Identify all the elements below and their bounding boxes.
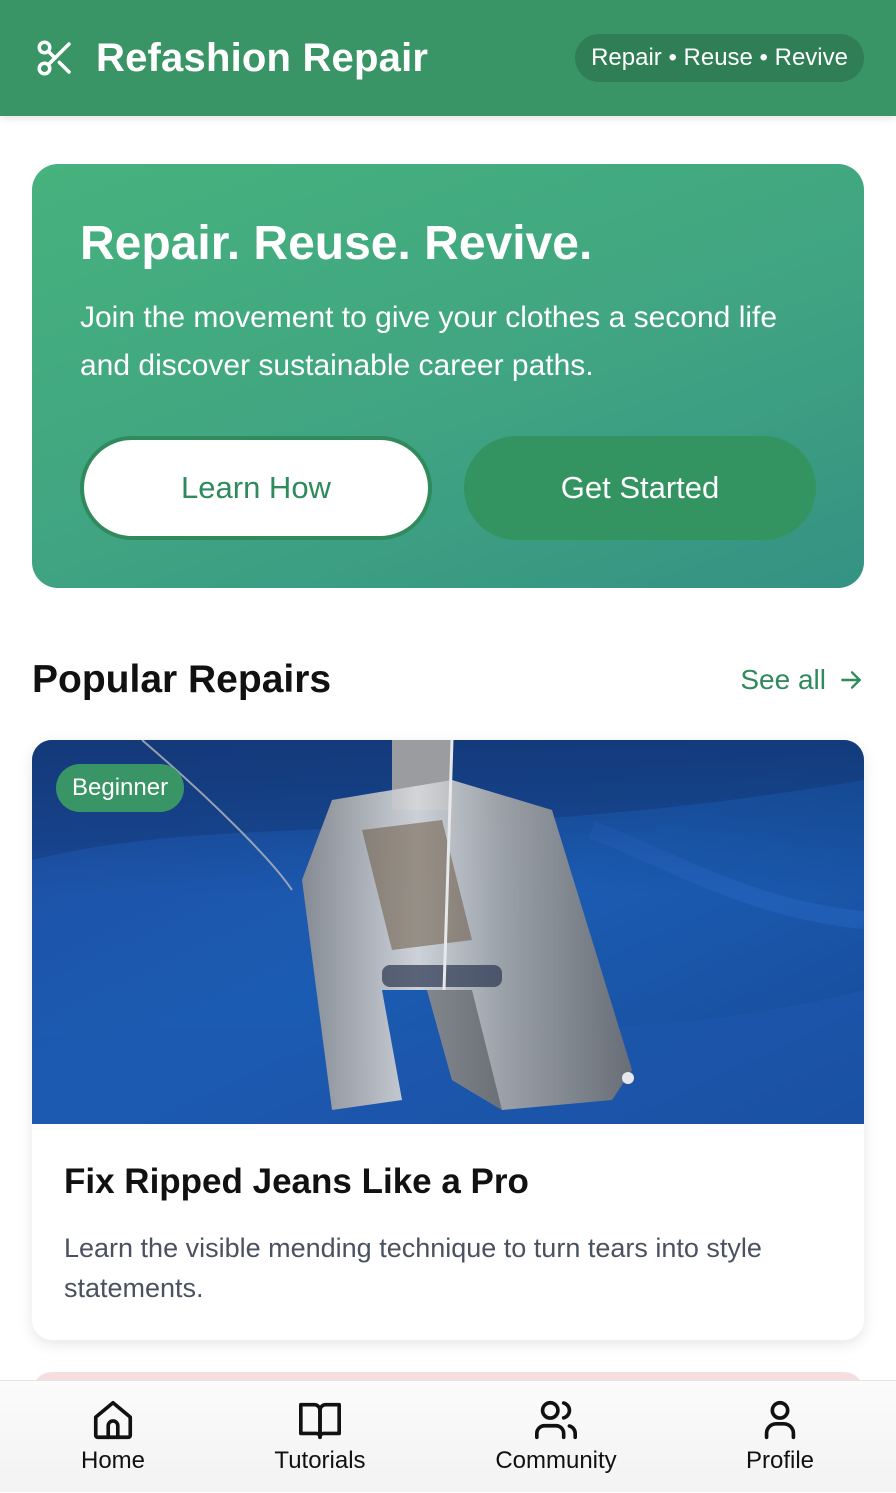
users-icon: [535, 1400, 577, 1440]
brand[interactable]: Refashion Repair: [34, 36, 428, 81]
scissors-icon: [37, 40, 71, 76]
nav-community[interactable]: Community: [488, 1381, 624, 1493]
popular-repairs-header: Popular Repairs See all: [32, 652, 864, 708]
hero-title: Repair. Reuse. Revive.: [80, 217, 593, 270]
arrow-right-icon: [841, 671, 861, 689]
get-started-button[interactable]: Get Started: [464, 436, 816, 540]
nav-home[interactable]: Home: [58, 1381, 168, 1493]
nav-profile-label: Profile: [745, 1447, 815, 1474]
repair-card[interactable]: Beginner Fix Ripped Jeans Like a Pro Lea…: [32, 740, 864, 1340]
hero-subtitle: Join the movement to give your clothes a…: [80, 301, 778, 382]
repair-card-description: Learn the visible mending technique to t…: [64, 1233, 762, 1303]
app-title: Refashion Repair: [96, 35, 429, 80]
section-title: Popular Repairs: [32, 658, 332, 701]
see-all-label: See all: [740, 664, 826, 695]
book-icon: [299, 1402, 341, 1440]
repair-card-title: Fix Ripped Jeans Like a Pro: [64, 1162, 529, 1201]
see-all-link[interactable]: See all: [740, 664, 864, 696]
difficulty-badge: Beginner: [56, 764, 185, 812]
app-header: Refashion Repair Repair • Reuse • Revive: [0, 0, 896, 116]
hero-banner: Repair. Reuse. Revive. Join the movement…: [32, 164, 864, 588]
repair-card-image: Beginner: [32, 740, 864, 1124]
nav-profile[interactable]: Profile: [732, 1381, 828, 1493]
nav-tutorials[interactable]: Tutorials: [262, 1381, 378, 1493]
home-icon: [93, 1400, 133, 1440]
user-icon: [764, 1400, 796, 1440]
nav-community-label: Community: [495, 1447, 617, 1474]
nav-tutorials-label: Tutorials: [274, 1447, 366, 1474]
nav-home-label: Home: [80, 1447, 146, 1474]
bottom-nav: Home Tutorials Community Profile: [0, 1380, 896, 1492]
learn-how-button[interactable]: Learn How: [80, 436, 432, 540]
tagline-badge: Repair • Reuse • Revive: [575, 34, 864, 82]
